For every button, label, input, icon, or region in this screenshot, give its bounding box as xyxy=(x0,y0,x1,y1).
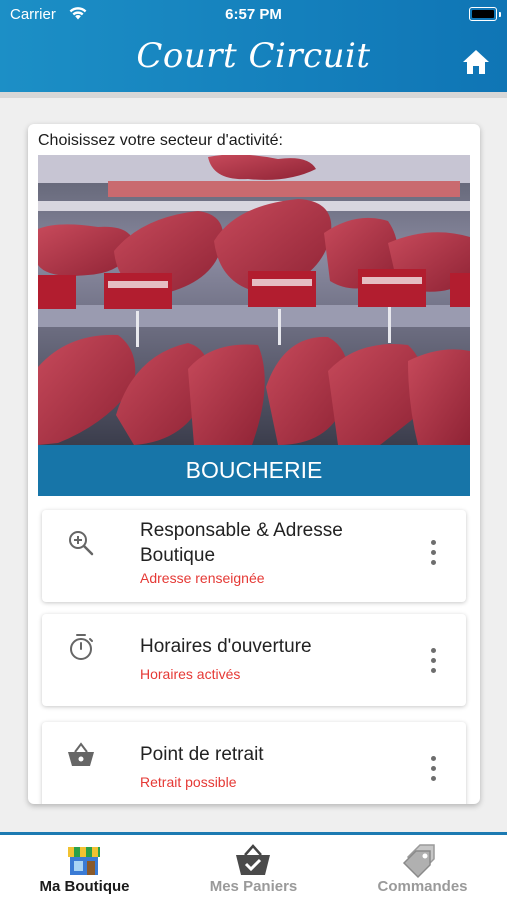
item-title-line1: Responsable & Adresse xyxy=(140,520,343,541)
app-header: Carrier 6:57 PM Court Circuit xyxy=(0,0,507,92)
more-options-icon[interactable] xyxy=(428,648,438,674)
header-divider xyxy=(0,92,507,98)
tab-label: Commandes xyxy=(377,878,468,895)
home-icon[interactable] xyxy=(461,48,491,76)
manager-address-item[interactable]: Responsable & Adresse Boutique Adresse r… xyxy=(42,510,466,602)
item-status: Horaires activés xyxy=(140,666,241,682)
basket-icon xyxy=(68,742,94,766)
basket-check-icon xyxy=(236,844,270,875)
more-options-icon[interactable] xyxy=(428,540,438,566)
tab-label: Ma Boutique xyxy=(39,878,130,895)
butcher-display-photo xyxy=(38,155,470,445)
tab-mes-paniers[interactable]: Mes Paniers xyxy=(169,835,338,903)
zoom-in-icon xyxy=(69,531,94,556)
item-title-line2: Boutique xyxy=(140,545,216,566)
tags-icon xyxy=(402,844,435,879)
item-status: Retrait possible xyxy=(140,774,237,790)
item-status: Adresse renseignée xyxy=(140,570,265,586)
status-bar: Carrier 6:57 PM xyxy=(0,0,507,30)
status-time: 6:57 PM xyxy=(225,6,282,23)
sector-label-boucherie[interactable]: BOUCHERIE xyxy=(38,445,470,496)
battery-icon xyxy=(469,7,497,21)
item-title: Point de retrait xyxy=(140,744,264,765)
item-title: Horaires d'ouverture xyxy=(140,636,312,657)
brand-logo: Court Circuit xyxy=(136,36,371,76)
tab-ma-boutique[interactable]: Ma Boutique xyxy=(0,835,169,903)
sector-prompt: Choisissez votre secteur d'activité: xyxy=(38,132,283,149)
sector-card: Choisissez votre secteur d'activité: BOU… xyxy=(28,124,480,804)
tab-label: Mes Paniers xyxy=(209,878,298,895)
pickup-point-item[interactable]: Point de retrait Retrait possible xyxy=(42,722,466,804)
opening-hours-item[interactable]: Horaires d'ouverture Horaires activés xyxy=(42,614,466,706)
bottom-tab-bar: Ma Boutique Mes Paniers Commandes xyxy=(0,832,507,903)
more-options-icon[interactable] xyxy=(428,756,438,782)
shop-icon xyxy=(68,847,100,875)
tab-commandes[interactable]: Commandes xyxy=(338,835,507,903)
timer-icon xyxy=(70,634,93,660)
